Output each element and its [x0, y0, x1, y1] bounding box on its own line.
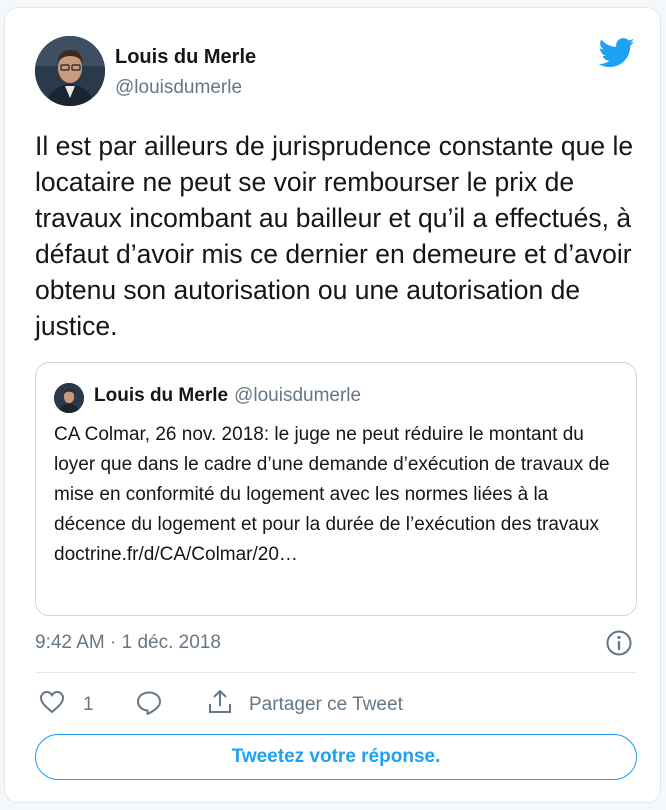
- quoted-author-name: Louis du Merle: [94, 385, 229, 406]
- divider: [35, 672, 637, 673]
- heart-icon: [39, 690, 65, 719]
- reply-button[interactable]: [135, 690, 163, 721]
- twitter-bird-icon[interactable]: [598, 38, 635, 68]
- author-name[interactable]: Louis du Merle: [115, 46, 256, 69]
- author-avatar[interactable]: [35, 36, 105, 106]
- tweet-timestamp[interactable]: 9:42 AM · 1 déc. 2018: [35, 632, 221, 654]
- like-count: 1: [83, 693, 94, 715]
- tweet-reply-button[interactable]: Tweetez votre réponse.: [35, 734, 637, 780]
- tweet-text: Il est par ailleurs de jurisprudence con…: [35, 131, 634, 341]
- share-upload-icon: [207, 688, 233, 721]
- quoted-author-handle: @louisdumerle: [234, 385, 362, 406]
- quoted-author: Louis du Merle @louisdumerle: [94, 385, 361, 407]
- quoted-tweet[interactable]: Louis du Merle @louisdumerle CA Colmar, 2…: [35, 362, 637, 616]
- info-icon[interactable]: [605, 629, 633, 657]
- share-label: Partager ce Tweet: [249, 693, 403, 715]
- author-handle[interactable]: @louisdumerle: [115, 77, 242, 99]
- quoted-author-avatar: [54, 383, 84, 413]
- like-button[interactable]: 1: [39, 690, 94, 719]
- quoted-tweet-text: CA Colmar, 26 nov. 2018: le juge ne peut…: [54, 424, 610, 565]
- tweet-card: Louis du Merle @louisdumerle Il est par …: [4, 7, 661, 803]
- reply-bubble-icon: [135, 690, 163, 721]
- share-button[interactable]: Partager ce Tweet: [207, 688, 403, 721]
